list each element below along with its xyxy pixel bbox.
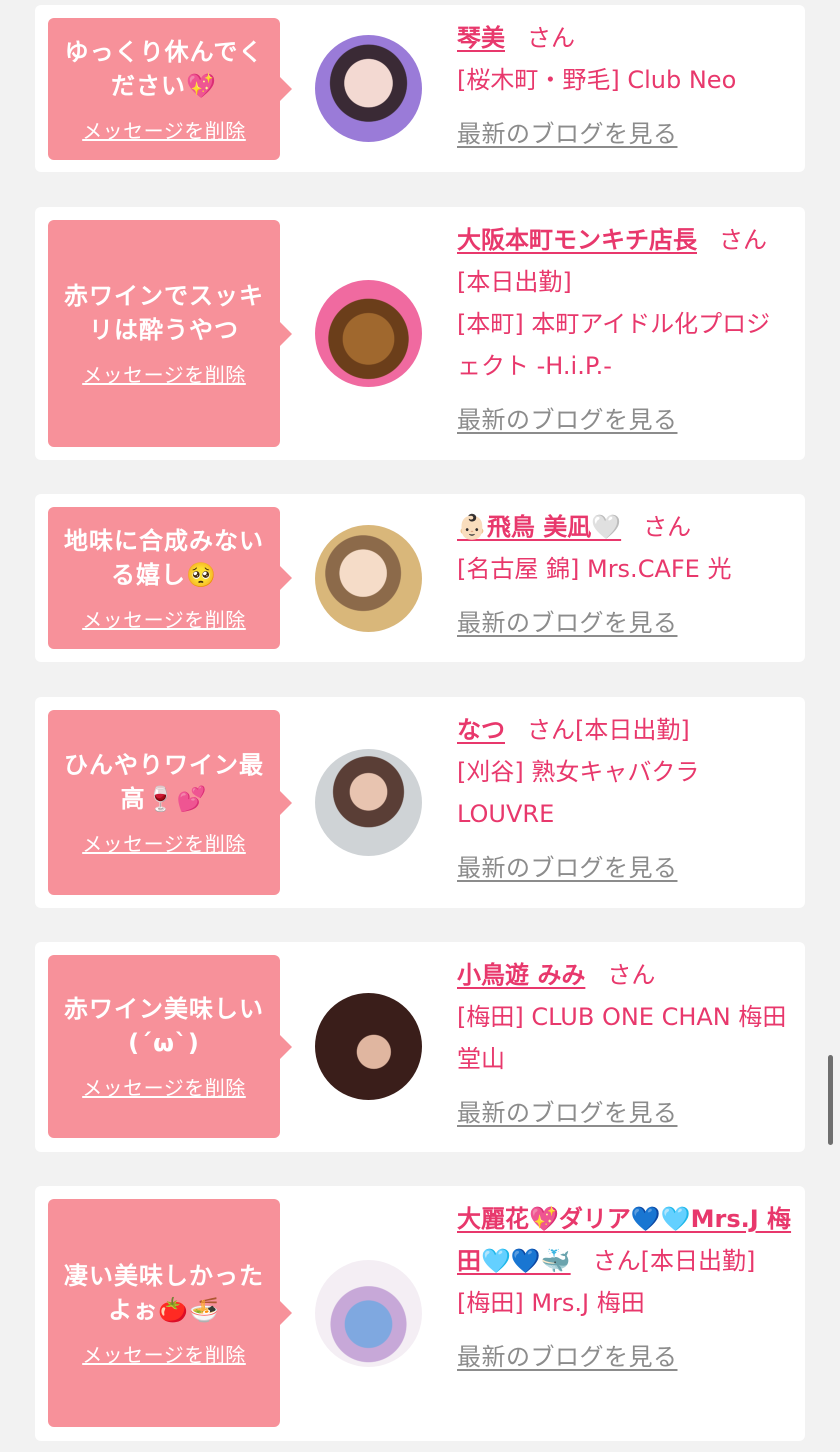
latest-blog-link[interactable]: 最新のブログを見る [457,113,793,155]
scrollbar[interactable] [828,1055,833,1145]
message-card: ゆっくり休んでください💖 メッセージを削除 琴美 さん [桜木町・野毛] Club… [35,5,805,172]
delete-message-link[interactable]: メッセージを削除 [82,828,246,857]
message-bubble: 凄い美味しかったよぉ🍅🍜 メッセージを削除 [48,1199,280,1427]
name-line: なつ さん[本日出勤] [457,709,793,751]
message-text: ひんやりワイン最高🍷💕 [64,751,264,813]
honorific: さん [607,961,656,989]
name-line: 小鳥遊 みみ さん [457,954,793,996]
cast-name-link[interactable]: 大阪本町モンキチ店長 [457,226,697,254]
message-text: ゆっくり休んでください💖 [64,37,264,100]
cast-info: 大麗花💖ダリア💙🩵Mrs.J 梅田🩵💙🐳 さん[本日出勤] [梅田] Mrs.J … [457,1198,793,1378]
message-card: ひんやりワイン最高🍷💕 メッセージを削除 なつ さん[本日出勤] [刈谷] 熟女キ… [35,697,805,908]
cast-info: 👶🏻飛鳥 美凪🤍 さん [名古屋 錦] Mrs.CAFE 光 最新のブログを見る [457,506,793,644]
latest-blog-link[interactable]: 最新のブログを見る [457,847,793,889]
cast-name-link[interactable]: 琴美 [457,24,505,52]
message-card: 赤ワインでスッキリは酔うやつ メッセージを削除 大阪本町モンキチ店長 さん [本日出… [35,207,805,460]
delete-message-link[interactable]: メッセージを削除 [82,359,246,388]
name-line: 大阪本町モンキチ店長 さん [本日出勤] [457,219,793,303]
message-card: 赤ワイン美味しい(´ω`) メッセージを削除 小鳥遊 みみ さん [梅田] CLU… [35,942,805,1152]
message-text: 地味に合成みないる嬉し🥺 [64,526,264,589]
cast-info: 小鳥遊 みみ さん [梅田] CLUB ONE CHAN 梅田堂山 最新のブログを… [457,954,793,1134]
honorific: さん [719,226,767,254]
cast-name-link[interactable]: なつ [457,716,505,744]
status-text: [本日出勤] [457,268,572,296]
cast-name-link[interactable]: 👶🏻飛鳥 美凪🤍 [457,513,621,541]
shop-text: [桜木町・野毛] Club Neo [457,66,737,94]
message-card: 凄い美味しかったよぉ🍅🍜 メッセージを削除 大麗花💖ダリア💙🩵Mrs.J 梅田🩵… [35,1186,805,1441]
avatar[interactable] [315,35,422,142]
latest-blog-link[interactable]: 最新のブログを見る [457,1092,793,1134]
message-text: 赤ワイン美味しい(´ω`) [64,995,264,1057]
cast-info: 大阪本町モンキチ店長 さん [本日出勤] [本町] 本町アイドル化プロジェクト -H… [457,219,793,441]
message-bubble: ゆっくり休んでください💖 メッセージを削除 [48,18,280,160]
message-text: 赤ワインでスッキリは酔うやつ [64,282,264,344]
delete-message-link[interactable]: メッセージを削除 [82,604,246,633]
shop-text: [梅田] CLUB ONE CHAN 梅田堂山 [457,1003,787,1073]
latest-blog-link[interactable]: 最新のブログを見る [457,602,793,644]
shop-text: [名古屋 錦] Mrs.CAFE 光 [457,555,732,583]
name-line: 琴美 さん [457,17,793,59]
delete-message-link[interactable]: メッセージを削除 [82,1072,246,1101]
honorific: さん [527,24,575,52]
shop-text: [刈谷] 熟女キャバクラ LOUVRE [457,758,700,828]
latest-blog-link[interactable]: 最新のブログを見る [457,1336,793,1378]
message-card: 地味に合成みないる嬉し🥺 メッセージを削除 👶🏻飛鳥 美凪🤍 さん [名古屋 錦]… [35,494,805,662]
cast-info: なつ さん[本日出勤] [刈谷] 熟女キャバクラ LOUVRE 最新のブログを見る [457,709,793,889]
shop-text: [梅田] Mrs.J 梅田 [457,1289,645,1317]
delete-message-link[interactable]: メッセージを削除 [82,1339,246,1368]
delete-message-link[interactable]: メッセージを削除 [82,115,246,144]
avatar[interactable] [315,525,422,632]
honorific: さん [643,513,692,541]
message-text: 凄い美味しかったよぉ🍅🍜 [64,1261,264,1324]
latest-blog-link[interactable]: 最新のブログを見る [457,399,793,441]
message-bubble: ひんやりワイン最高🍷💕 メッセージを削除 [48,710,280,895]
cast-name-link[interactable]: 小鳥遊 みみ [457,961,585,989]
avatar[interactable] [315,993,422,1100]
message-bubble: 赤ワイン美味しい(´ω`) メッセージを削除 [48,955,280,1138]
message-bubble: 赤ワインでスッキリは酔うやつ メッセージを削除 [48,220,280,447]
name-line: 大麗花💖ダリア💙🩵Mrs.J 梅田🩵💙🐳 さん[本日出勤] [457,1198,793,1282]
avatar[interactable] [315,749,422,856]
name-line: 👶🏻飛鳥 美凪🤍 さん [457,506,793,548]
avatar[interactable] [315,1260,422,1367]
status-text: [本日出勤] [575,716,690,744]
status-text: [本日出勤] [640,1247,756,1275]
honorific: さん [527,716,575,744]
shop-text: [本町] 本町アイドル化プロジェクト -H.i.P.- [457,310,771,380]
honorific: さん [592,1247,641,1275]
cast-info: 琴美 さん [桜木町・野毛] Club Neo 最新のブログを見る [457,17,793,155]
avatar[interactable] [315,280,422,387]
message-bubble: 地味に合成みないる嬉し🥺 メッセージを削除 [48,507,280,649]
